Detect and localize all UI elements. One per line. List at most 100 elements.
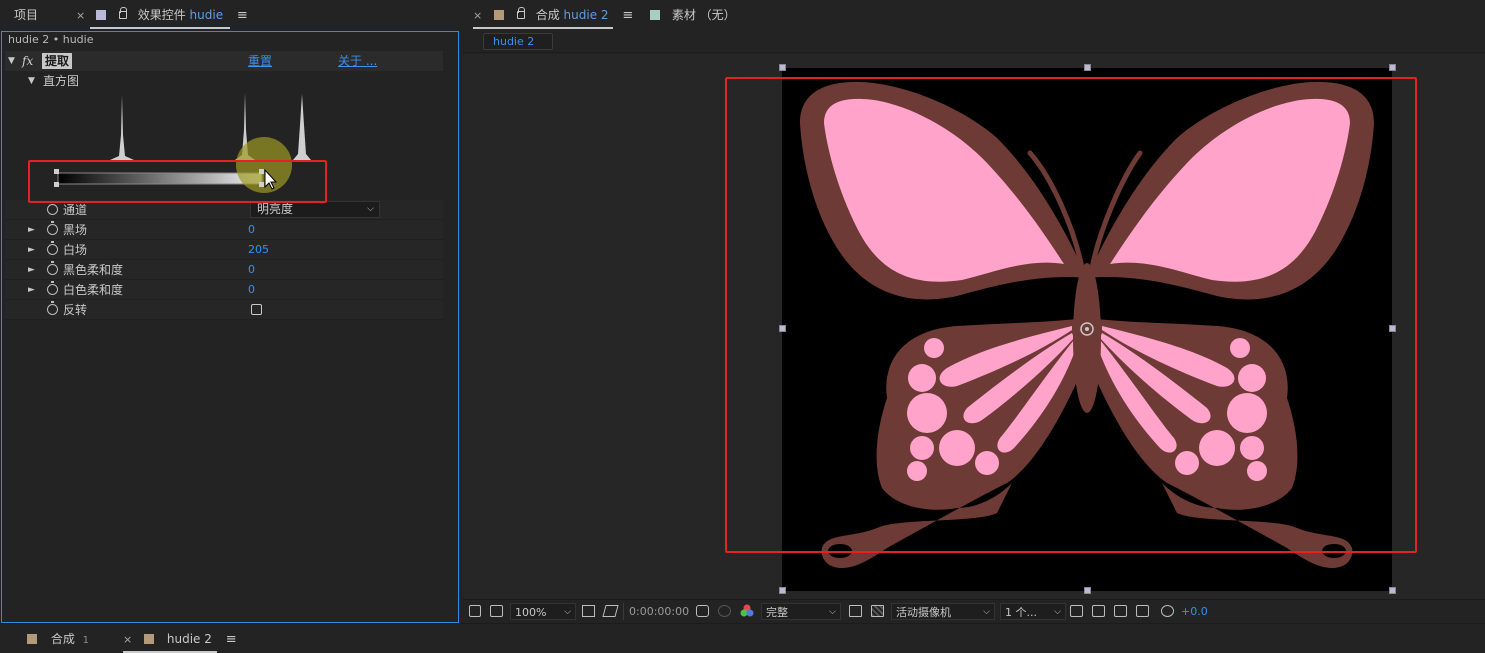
transparency-grid-icon[interactable] (871, 605, 884, 617)
white-softness-value[interactable]: 0 (248, 280, 255, 300)
toggle-pixel-aspect-icon[interactable] (1070, 605, 1083, 617)
property-label: 黑色柔和度 (63, 263, 124, 277)
label-color-icon (27, 634, 37, 644)
histogram-label: 直方图 (43, 74, 80, 88)
tab-footage-label: 素材 （无） (671, 8, 736, 22)
color-channels-icon[interactable] (740, 604, 754, 618)
expand-triangle-icon[interactable]: ► (28, 260, 35, 280)
label-color-icon (144, 634, 155, 644)
composition-breadcrumb[interactable]: hudie 2 (483, 33, 553, 50)
white-point-value[interactable]: 205 (248, 240, 269, 260)
view-layout-dropdown[interactable]: 1 个... ⌵ (1000, 603, 1066, 620)
stopwatch-icon[interactable] (47, 241, 58, 255)
panel-menu-icon[interactable]: ≡ (237, 8, 248, 23)
about-link[interactable]: 关于 ... (338, 51, 377, 71)
property-row-invert: 反转 (5, 300, 443, 320)
viewer-toolbar: 100% ⌵ 0:00:00:00 完整 ⌵ 活动摄像机 ⌵ 1 个... ⌵ … (463, 599, 1485, 623)
panel-menu-icon[interactable]: ≡ (622, 8, 633, 23)
close-icon[interactable]: × (473, 9, 482, 22)
tab-timeline-comp[interactable]: 合成 1 (27, 624, 89, 653)
zoom-dropdown[interactable]: 100% ⌵ (510, 603, 576, 620)
fx-toggle[interactable]: fx (22, 51, 33, 71)
chevron-down-icon: ⌵ (367, 204, 374, 214)
black-point-value[interactable]: 0 (248, 220, 255, 240)
camera-dropdown[interactable]: 活动摄像机 ⌵ (891, 603, 995, 620)
transform-handle[interactable] (1084, 64, 1091, 71)
timeline-icon[interactable] (1114, 605, 1127, 617)
property-row-white-softness: ► 白色柔和度 0 (5, 280, 443, 300)
mask-visibility-icon[interactable] (602, 605, 619, 617)
reset-exposure-icon[interactable] (1161, 605, 1174, 617)
property-label: 黑场 (63, 223, 88, 237)
histogram-peak (293, 94, 311, 160)
timeline-tabbar: 合成 1 × hudie 2 ≡ (0, 623, 1485, 653)
stopwatch-icon[interactable] (47, 261, 58, 275)
channel-dropdown[interactable]: 明亮度 ⌵ (250, 201, 380, 218)
stopwatch-icon[interactable] (47, 301, 58, 315)
view-layout-value: 1 个... (1005, 606, 1037, 619)
expand-triangle-icon[interactable]: ► (28, 220, 35, 240)
close-icon[interactable]: × (76, 9, 85, 22)
region-of-interest-icon[interactable] (849, 605, 862, 617)
panel-menu-icon[interactable]: ≡ (226, 632, 237, 647)
transform-handle[interactable] (779, 64, 786, 71)
property-row-black-point: ► 黑场 0 (5, 220, 443, 240)
transform-handle[interactable] (1084, 587, 1091, 594)
property-row-black-softness: ► 黑色柔和度 0 (5, 260, 443, 280)
effect-header-row: ▼ fx 提取 重置 关于 ... (5, 51, 443, 71)
camera-snapshot-icon[interactable] (696, 605, 709, 617)
tab-effect-controls[interactable]: × 效果控件 hudie ≡ (76, 0, 248, 30)
fast-previews-icon[interactable] (1092, 605, 1105, 617)
tab-composition[interactable]: × 合成 hudie 2 ≡ (473, 0, 633, 30)
label-color-icon (494, 10, 505, 20)
annotation-highlight-box (28, 160, 327, 203)
transform-handle[interactable] (1389, 587, 1396, 594)
expand-triangle-icon[interactable]: ▼ (8, 51, 15, 71)
property-label: 白场 (63, 243, 88, 257)
zoom-value: 100% (515, 606, 547, 619)
active-tab-indicator (473, 27, 613, 29)
histogram-row: ▼ 直方图 (5, 71, 443, 91)
lock-icon[interactable] (516, 7, 525, 19)
chevron-down-icon: ⌵ (983, 607, 990, 617)
property-label: 白色柔和度 (63, 283, 124, 297)
invert-checkbox[interactable] (251, 304, 262, 315)
expand-triangle-icon[interactable]: ► (28, 280, 35, 300)
reset-link[interactable]: 重置 (248, 51, 272, 71)
tab-label: hudie 2 (166, 632, 212, 646)
tab-composition-name: hudie 2 (563, 8, 609, 22)
black-softness-value[interactable]: 0 (248, 260, 255, 280)
stopwatch-icon[interactable] (47, 221, 58, 235)
property-row-channel: 通道 明亮度 ⌵ (5, 200, 443, 220)
transform-handle[interactable] (779, 587, 786, 594)
chevron-down-icon: ⌵ (1054, 607, 1061, 617)
stopwatch-icon[interactable] (47, 201, 58, 215)
tab-footage[interactable]: 素材 （无） (650, 0, 736, 30)
exposure-value[interactable]: +0.0 (1181, 603, 1208, 620)
stopwatch-icon[interactable] (47, 281, 58, 295)
layer-path: hudie 2 • hudie (8, 33, 94, 46)
resolution-dropdown[interactable]: 完整 ⌵ (761, 603, 841, 620)
tab-project[interactable]: 项目 (14, 0, 38, 30)
label-color-icon (96, 10, 107, 20)
current-time[interactable]: 0:00:00:00 (629, 603, 689, 620)
always-preview-icon[interactable] (469, 605, 481, 617)
monitor-icon[interactable] (490, 605, 503, 617)
effect-controls-panel: hudie 2 • hudie ▼ fx 提取 重置 关于 ... ▼ 直方图 (1, 31, 459, 623)
label-color-icon (650, 10, 660, 20)
tab-timeline-hudie2[interactable]: × hudie 2 ≡ (123, 624, 237, 653)
resolution-value: 完整 (766, 606, 788, 619)
expand-triangle-icon[interactable]: ▼ (28, 71, 35, 91)
chevron-down-icon: ⌵ (564, 607, 571, 617)
channel-dropdown-value: 明亮度 (257, 202, 294, 216)
expand-triangle-icon[interactable]: ► (28, 240, 35, 260)
grid-guide-icon[interactable] (582, 605, 595, 617)
composition-viewer[interactable] (463, 54, 1485, 599)
lock-icon[interactable] (118, 7, 127, 19)
transform-handle[interactable] (1389, 64, 1396, 71)
flowchart-icon[interactable] (1136, 605, 1149, 617)
close-icon[interactable]: × (123, 633, 132, 646)
show-snapshot-icon[interactable] (718, 605, 731, 617)
viewer-tabbar: × 合成 hudie 2 ≡ 素材 （无） (463, 0, 1485, 31)
effect-name[interactable]: 提取 (42, 53, 73, 69)
